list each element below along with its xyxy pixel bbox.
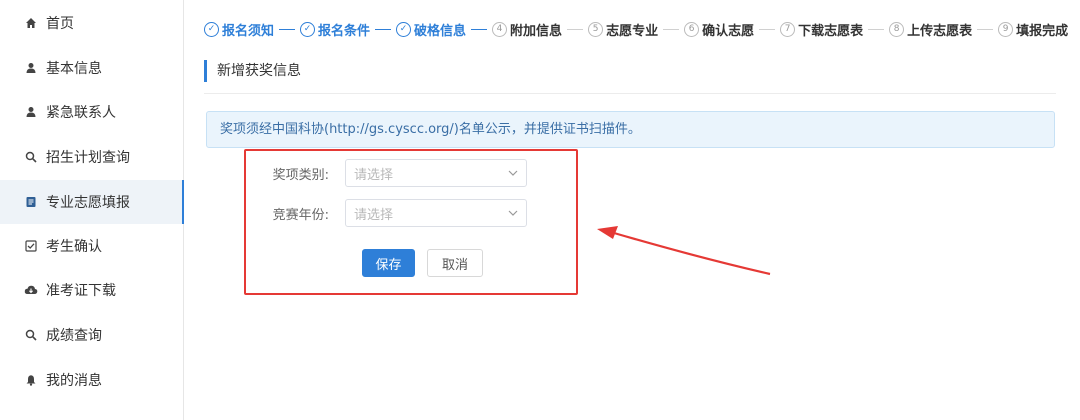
section-divider	[204, 93, 1056, 94]
step-connector	[759, 28, 776, 30]
step-number: 9	[998, 21, 1014, 37]
step-connector	[977, 28, 994, 30]
step-connector	[471, 28, 488, 30]
user-icon	[24, 61, 38, 75]
step-registration-conditions: ✓ 报名条件	[300, 20, 396, 39]
step-number: 7	[780, 21, 796, 37]
step-connector	[375, 28, 392, 30]
sidebar-item-label: 成绩查询	[46, 328, 102, 344]
sidebar-item-basic-info[interactable]: 基本信息	[0, 46, 184, 90]
document-icon	[24, 195, 38, 209]
bell-icon	[24, 373, 38, 387]
step-connector	[279, 28, 296, 30]
sidebar-item-score-query[interactable]: 成绩查询	[0, 313, 184, 357]
checkbox-icon	[24, 239, 38, 253]
sidebar-item-label: 基本信息	[46, 61, 102, 77]
step-label: 确认志愿	[702, 23, 755, 39]
step-connector	[868, 28, 885, 30]
sidebar-item-label: 我的消息	[46, 373, 102, 389]
step-exceptional-info: ✓ 破格信息	[396, 20, 492, 39]
notice-banner: 奖项须经中国科协(http://gs.cyscc.org/)名单公示，并提供证书…	[206, 111, 1055, 148]
step-number: 5	[588, 21, 604, 37]
step-number: 6	[684, 21, 700, 37]
user-icon	[24, 105, 38, 119]
sidebar-item-enrollment-plan[interactable]: 招生计划查询	[0, 135, 184, 179]
step-number: 8	[889, 21, 905, 37]
step-connector	[567, 28, 584, 30]
sidebar-item-label: 首页	[46, 16, 74, 32]
sidebar-item-label: 招生计划查询	[46, 150, 130, 166]
step-label: 上传志愿表	[907, 23, 973, 39]
step-label: 下载志愿表	[798, 23, 864, 39]
step-label: 填报完成	[1016, 23, 1069, 39]
check-circle-icon: ✓	[204, 21, 219, 37]
step-label: 报名条件	[318, 23, 371, 39]
sidebar-item-candidate-confirm[interactable]: 考生确认	[0, 224, 184, 268]
sidebar-item-messages[interactable]: 我的消息	[0, 358, 184, 402]
home-icon	[24, 16, 38, 30]
step-registration-notice: ✓ 报名须知	[204, 20, 300, 39]
sidebar: 首页 基本信息 紧急联系人 招生计划查询 专业志愿填报 考生确认 准考证下载 成…	[0, 0, 184, 420]
check-circle-icon: ✓	[396, 21, 412, 37]
sidebar-item-admission-ticket[interactable]: 准考证下载	[0, 268, 184, 312]
check-circle-icon: ✓	[300, 21, 316, 37]
search-icon	[24, 150, 38, 164]
annotation-highlight-box	[244, 149, 578, 295]
step-download-form: 7 下载志愿表	[780, 20, 889, 39]
step-additional-info: 4 附加信息	[492, 20, 588, 39]
sidebar-item-label: 紧急联系人	[46, 105, 116, 121]
step-complete: 9 填报完成	[998, 20, 1068, 39]
sidebar-item-label: 准考证下载	[46, 283, 116, 299]
search-icon	[24, 328, 38, 342]
sidebar-item-label: 专业志愿填报	[46, 195, 130, 211]
step-label: 报名须知	[222, 23, 275, 39]
cloud-download-icon	[24, 283, 38, 297]
step-number: 4	[492, 21, 508, 37]
sidebar-item-label: 考生确认	[46, 239, 102, 255]
sidebar-item-home[interactable]: 首页	[0, 1, 184, 45]
sidebar-item-major-preference[interactable]: 专业志愿填报	[0, 180, 184, 224]
step-label: 附加信息	[510, 23, 563, 39]
step-preferred-major: 5 志愿专业	[588, 20, 684, 39]
section-title: 新增获奖信息	[204, 60, 301, 82]
step-confirm-preference: 6 确认志愿	[684, 20, 780, 39]
step-progress: ✓ 报名须知 ✓ 报名条件 ✓ 破格信息 4 附加信息 5 志愿专业 6 确认志…	[204, 17, 1068, 41]
step-upload-form: 8 上传志愿表	[889, 20, 998, 39]
step-label: 志愿专业	[606, 23, 659, 39]
sidebar-item-emergency-contact[interactable]: 紧急联系人	[0, 90, 184, 134]
step-label: 破格信息	[414, 23, 467, 39]
step-connector	[663, 28, 680, 30]
